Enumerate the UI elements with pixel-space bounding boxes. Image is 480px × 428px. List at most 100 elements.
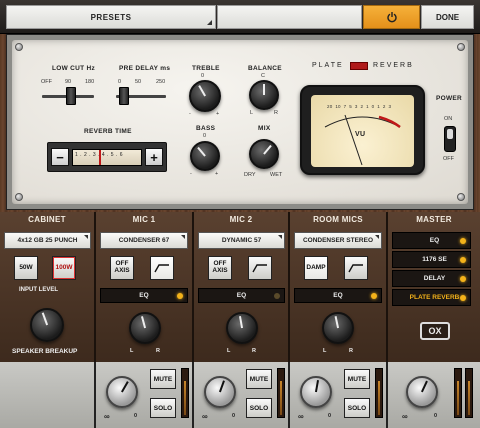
mic2-eq-label: EQ — [236, 292, 247, 299]
mic2-strip: MIC 2 DYNAMIC 57 OFF AXIS EQ L R — [194, 212, 290, 362]
50w-button[interactable]: 50W — [14, 256, 38, 280]
mix-knob[interactable] — [249, 139, 279, 169]
master-strip: MASTER EQ 1176 SE DELAY PLATE REVERB OX — [388, 212, 480, 362]
master-item-label: EQ — [429, 237, 440, 244]
power-button[interactable] — [363, 5, 420, 29]
room-inf-label: ∞ — [298, 412, 304, 421]
room-pan-knob[interactable] — [322, 312, 354, 344]
screw-icon — [15, 193, 23, 201]
ox-button[interactable]: OX — [420, 322, 450, 340]
master-level-knob[interactable] — [406, 376, 438, 408]
reverb-time-control: − 1 . 2 . 3 . 4 . 5 . 6 + — [47, 142, 167, 172]
mic2-header: MIC 2 — [229, 215, 253, 224]
room-solo-button[interactable]: SOLO — [344, 398, 370, 418]
power-toggle[interactable] — [444, 126, 456, 152]
mic2-level-meter — [277, 368, 285, 418]
mic2-off-axis-button[interactable]: OFF AXIS — [208, 256, 232, 280]
cabinet-model-select[interactable]: 4x12 GB 25 PUNCH — [4, 232, 91, 249]
mic2-eq-led — [274, 293, 280, 299]
dropdown-corner-icon — [84, 235, 88, 239]
app-root: PRESETS DONE PLATE REVERB LOW CUT Hz OFF… — [0, 0, 480, 428]
treble-knob[interactable] — [189, 80, 221, 112]
preset-name-field[interactable] — [217, 5, 362, 29]
mic2-lowcut-button[interactable] — [248, 256, 272, 280]
mix-label: MIX — [258, 125, 271, 132]
master-item-label: PLATE REVERB — [409, 294, 460, 301]
mic1-mute-button[interactable]: MUTE — [150, 369, 176, 389]
low-cut-tick: 180 — [85, 79, 95, 85]
reverb-time-scale: 1 . 2 . 3 . 4 . 5 . 6 — [75, 152, 124, 158]
pre-delay-slider[interactable] — [119, 87, 129, 105]
100w-button[interactable]: 100W — [52, 256, 76, 280]
cabinet-bottom — [0, 362, 96, 428]
pre-delay-tick: 0 — [118, 79, 122, 85]
mic2-l-label: L — [227, 348, 231, 354]
mic2-solo-button[interactable]: SOLO — [246, 398, 272, 418]
treble-min: - — [189, 111, 191, 117]
treble-max: + — [216, 111, 220, 117]
mic1-model-select[interactable]: CONDENSER 67 — [100, 232, 188, 249]
vu-tick: 0 — [371, 104, 375, 109]
balance-left: L — [250, 110, 254, 116]
pre-delay-tick: 250 — [156, 79, 166, 85]
room-mics-model-select[interactable]: CONDENSER STEREO — [294, 232, 382, 249]
room-damp-button[interactable]: DAMP — [304, 256, 328, 280]
pre-delay-tick: 50 — [135, 79, 142, 85]
vu-meter-dial: 20 10 7 5 3 2 1 0 1 2 3 VU — [311, 95, 414, 167]
bass-min: - — [190, 171, 192, 177]
done-button[interactable]: DONE — [421, 5, 474, 29]
cabinet-strip: CABINET 4x12 GB 25 PUNCH 50W 100W INPUT … — [0, 212, 96, 362]
master-eq-item[interactable]: EQ — [392, 232, 471, 249]
master-1176-item[interactable]: 1176 SE — [392, 251, 471, 268]
treble-label: TREBLE — [192, 65, 220, 72]
mic2-mute-button[interactable]: MUTE — [246, 369, 272, 389]
room-mics-header: ROOM MICS — [313, 215, 363, 224]
mic1-solo-button[interactable]: SOLO — [150, 398, 176, 418]
balance-knob[interactable] — [249, 80, 279, 110]
title-badge — [350, 62, 368, 70]
power-on-label: ON — [444, 116, 453, 122]
reverb-time-increase-button[interactable]: + — [145, 148, 163, 166]
room-zero-label: 0 — [328, 413, 332, 419]
mic1-header: MIC 1 — [132, 215, 156, 224]
reverb-time-label: REVERB TIME — [84, 128, 132, 135]
room-mute-button[interactable]: MUTE — [344, 369, 370, 389]
vu-meter: 20 10 7 5 3 2 1 0 1 2 3 VU — [300, 85, 425, 175]
low-cut-tick: 90 — [65, 79, 72, 85]
mic1-eq-led — [177, 293, 183, 299]
cabinet-model-value: 4x12 GB 25 PUNCH — [17, 237, 78, 244]
reverb-faceplate: PLATE REVERB LOW CUT Hz OFF 90 180 PRE D… — [12, 40, 468, 204]
mic2-eq-button[interactable]: EQ — [198, 288, 285, 303]
plate-reverb-panel: PLATE REVERB LOW CUT Hz OFF 90 180 PRE D… — [6, 34, 474, 210]
master-plate-reverb-item[interactable]: PLATE REVERB — [392, 289, 471, 306]
mic2-pan-knob[interactable] — [226, 312, 258, 344]
pre-delay-label: PRE DELAY ms — [119, 65, 171, 72]
room-level-meter — [375, 368, 383, 418]
low-cut-slider[interactable] — [66, 87, 76, 105]
presets-dropdown[interactable]: PRESETS — [6, 5, 216, 29]
room-lowcut-button[interactable] — [344, 256, 368, 280]
room-eq-button[interactable]: EQ — [294, 288, 382, 303]
low-cut-tick: OFF — [41, 79, 52, 85]
mic1-lowcut-button[interactable] — [150, 256, 174, 280]
speaker-breakup-knob[interactable] — [30, 308, 64, 342]
mic1-off-axis-button[interactable]: OFF AXIS — [110, 256, 134, 280]
plugin-title-left: PLATE — [312, 62, 344, 69]
vu-tick: 3 — [388, 104, 392, 109]
dropdown-corner-icon — [207, 20, 212, 25]
master-delay-item[interactable]: DELAY — [392, 270, 471, 287]
mic2-model-select[interactable]: DYNAMIC 57 — [198, 232, 285, 249]
mic2-level-knob[interactable] — [204, 376, 236, 408]
reverb-time-display[interactable]: 1 . 2 . 3 . 4 . 5 . 6 — [72, 149, 142, 166]
room-level-knob[interactable] — [300, 376, 332, 408]
mic1-eq-button[interactable]: EQ — [100, 288, 188, 303]
mic1-level-knob[interactable] — [106, 376, 138, 408]
plugin-title-right: REVERB — [373, 62, 414, 69]
reverb-time-decrease-button[interactable]: − — [51, 148, 69, 166]
mic1-pan-knob[interactable] — [129, 312, 161, 344]
balance-label: BALANCE — [248, 65, 282, 72]
power-label: POWER — [436, 95, 463, 102]
master-delay-led — [460, 276, 466, 282]
mic2-inf-label: ∞ — [202, 412, 208, 421]
bass-knob[interactable] — [190, 141, 220, 171]
